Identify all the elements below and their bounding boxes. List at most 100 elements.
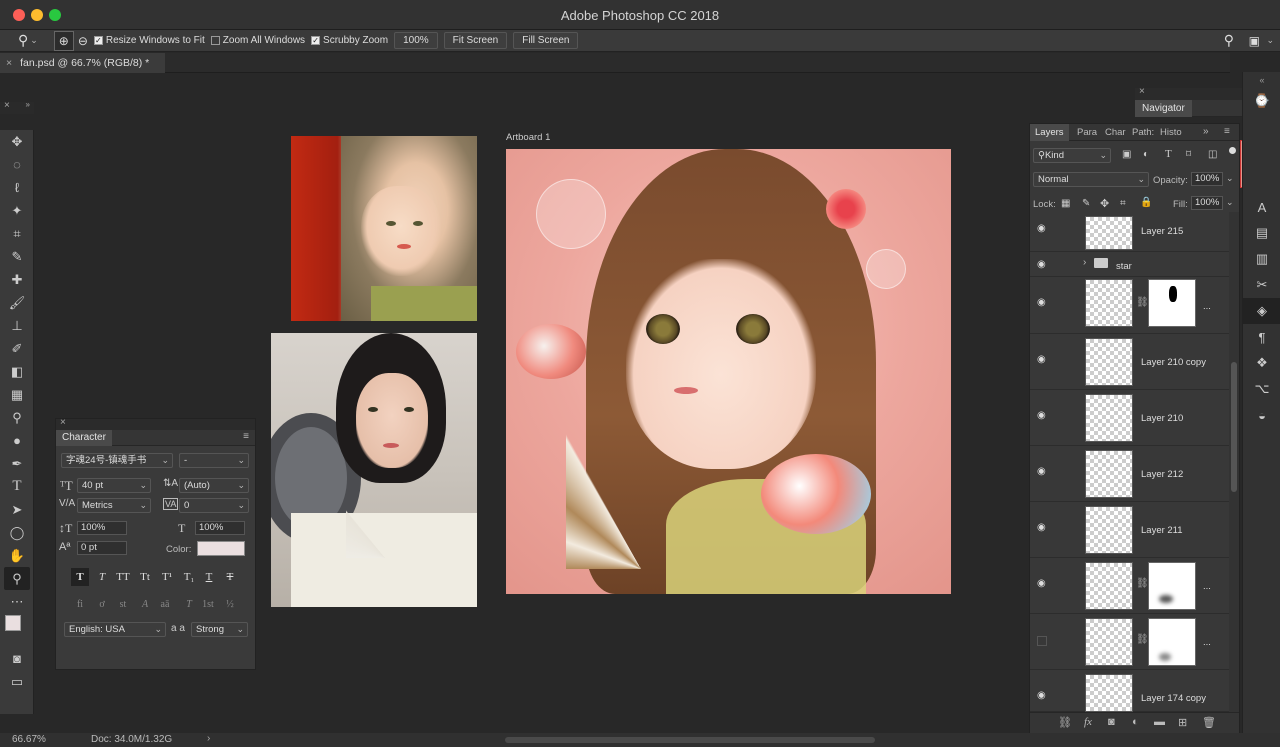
- filter-toggle[interactable]: [1229, 147, 1236, 154]
- gradient-tool-icon[interactable]: ▦: [0, 383, 34, 406]
- filter-shape-icon[interactable]: ⌑: [1186, 149, 1191, 160]
- old-style-button[interactable]: ơ: [93, 596, 111, 614]
- font-style-select[interactable]: - ⌄: [179, 453, 249, 468]
- layer-group-row[interactable]: ◉ › star: [1030, 252, 1229, 277]
- filter-smart-object-icon[interactable]: ◫: [1208, 149, 1217, 160]
- link-icon[interactable]: ⛓: [1136, 578, 1149, 589]
- folder-icon[interactable]: ▬: [1154, 716, 1165, 728]
- paragraph-tab[interactable]: Para: [1077, 127, 1097, 138]
- blend-mode-select[interactable]: Normal ⌄: [1033, 172, 1149, 187]
- close-tab-icon[interactable]: ×: [6, 57, 12, 69]
- horizontal-scrollbar[interactable]: [505, 737, 875, 743]
- layer-row[interactable]: ◉ Layer 212: [1030, 446, 1229, 502]
- lock-transparent-icon[interactable]: ▦: [1061, 198, 1070, 209]
- properties-panel-icon[interactable]: ▥: [1243, 246, 1280, 272]
- panel-menu-icon[interactable]: ≡: [243, 431, 249, 442]
- ordinals-button[interactable]: 1st: [199, 596, 217, 614]
- font-size-select[interactable]: 40 pt ⌄: [77, 478, 151, 493]
- reference-photo[interactable]: [271, 333, 477, 607]
- color-swatches[interactable]: [0, 613, 33, 647]
- swash-button[interactable]: A: [136, 596, 154, 614]
- vertical-scale-input[interactable]: 100%: [77, 521, 127, 535]
- zoom-level[interactable]: 66.67%: [12, 734, 46, 745]
- baseline-shift-input[interactable]: 0 pt: [77, 541, 127, 555]
- type-tool-icon[interactable]: T: [0, 475, 34, 498]
- layer-row[interactable]: ◉ Layer 210: [1030, 390, 1229, 446]
- history-brush-tool-icon[interactable]: ✐: [0, 337, 34, 360]
- link-icon[interactable]: ⛓: [1136, 297, 1149, 308]
- layer-mask-thumbnail[interactable]: [1148, 562, 1196, 610]
- kerning-select[interactable]: Metrics ⌄: [77, 498, 151, 513]
- close-icon[interactable]: ×: [1139, 86, 1145, 97]
- eye-icon[interactable]: ◉: [1037, 297, 1046, 308]
- doc-size[interactable]: Doc: 34.0M/1.32G: [91, 734, 172, 745]
- all-caps-button[interactable]: TT: [114, 568, 132, 586]
- channels-panel-icon[interactable]: ❖: [1243, 350, 1280, 376]
- layers-tab[interactable]: Layers: [1030, 124, 1069, 141]
- layer-mask-thumbnail[interactable]: [1148, 279, 1196, 327]
- eye-icon[interactable]: ◉: [1037, 522, 1046, 533]
- dodge-tool-icon[interactable]: ●: [0, 429, 34, 452]
- character-panel-icon[interactable]: A: [1243, 194, 1280, 220]
- trash-icon[interactable]: 🗑: [1202, 716, 1216, 729]
- paths-panel-icon[interactable]: ⌥: [1243, 376, 1280, 402]
- opacity-input[interactable]: 100%: [1191, 172, 1223, 186]
- move-tool-icon[interactable]: ✥: [0, 130, 34, 153]
- paragraph-panel-icon[interactable]: ¶: [1243, 324, 1280, 350]
- blur-tool-icon[interactable]: ⚲: [0, 406, 34, 429]
- scroll-thumb[interactable]: [1231, 362, 1237, 492]
- layer-row[interactable]: ⛓ ...: [1030, 614, 1229, 670]
- chevron-right-icon[interactable]: ›: [207, 733, 210, 744]
- font-family-select[interactable]: 字魂24号-镇魂手书 ⌄: [61, 453, 173, 468]
- eye-icon[interactable]: ◉: [1037, 259, 1046, 270]
- path-selection-tool-icon[interactable]: ➤: [0, 498, 34, 521]
- horizontal-scale-input[interactable]: 100%: [195, 521, 245, 535]
- filter-kind-select[interactable]: ⚲Kind ⌄: [1033, 148, 1111, 163]
- lock-pixels-icon[interactable]: ✎: [1082, 198, 1090, 209]
- workspace-icon[interactable]: ▣: [1249, 34, 1260, 48]
- healing-tool-icon[interactable]: ✚: [0, 268, 34, 291]
- filter-adjustment-icon[interactable]: ◐: [1143, 149, 1149, 160]
- link-icon[interactable]: ⛓: [1136, 634, 1149, 645]
- antialias-select[interactable]: Strong ⌄: [191, 622, 248, 637]
- faux-italic-button[interactable]: T: [93, 568, 111, 586]
- navigator-tab[interactable]: Navigator: [1135, 100, 1192, 117]
- eraser-tool-icon[interactable]: ◧: [0, 360, 34, 383]
- scrubby-zoom-checkbox[interactable]: ✓ Scrubby Zoom: [311, 35, 388, 46]
- ligatures-button[interactable]: fi: [71, 596, 89, 614]
- zoom-out-icon[interactable]: ⊖: [78, 34, 88, 48]
- artboard-panel-icon[interactable]: ▤: [1243, 220, 1280, 246]
- small-caps-button[interactable]: Tt: [136, 568, 154, 586]
- fx-icon[interactable]: fx: [1084, 716, 1092, 728]
- collapse-icon[interactable]: «: [1243, 72, 1280, 88]
- resize-windows-checkbox[interactable]: ✓ Resize Windows to Fit: [93, 35, 205, 46]
- more-tools-icon[interactable]: ⋯: [0, 590, 34, 613]
- layers-scrollbar[interactable]: [1229, 212, 1239, 712]
- lock-all-icon[interactable]: 🔒: [1140, 197, 1152, 208]
- language-select[interactable]: English: USA ⌄: [64, 622, 166, 637]
- adjustment-icon[interactable]: ◐: [1132, 716, 1139, 728]
- document-tab[interactable]: × fan.psd @ 66.7% (RGB/8) *: [0, 53, 165, 73]
- eye-icon[interactable]: ◉: [1037, 410, 1046, 421]
- eye-icon[interactable]: ◉: [1037, 690, 1046, 701]
- adjustments-panel-icon[interactable]: ◒: [1243, 402, 1280, 428]
- leading-select[interactable]: (Auto) ⌄: [179, 478, 249, 493]
- faux-bold-button[interactable]: T: [71, 568, 89, 586]
- magic-wand-tool-icon[interactable]: ✦: [0, 199, 34, 222]
- quick-mask-icon[interactable]: ◙: [0, 647, 34, 670]
- screen-mode-icon[interactable]: ▭: [0, 670, 34, 693]
- chevron-down-icon[interactable]: ⌄: [1226, 173, 1234, 184]
- chevron-right-icon[interactable]: ›: [1083, 257, 1086, 268]
- hand-tool-icon[interactable]: ✋: [0, 544, 34, 567]
- layer-row[interactable]: ◉ ⛓ ...: [1030, 277, 1229, 334]
- fractions-button[interactable]: ½: [221, 596, 239, 614]
- lock-position-icon[interactable]: ✥: [1100, 197, 1109, 210]
- pen-tool-icon[interactable]: ✒: [0, 452, 34, 475]
- lock-artboard-icon[interactable]: ⌗: [1120, 198, 1126, 209]
- eye-icon[interactable]: ◉: [1037, 354, 1046, 365]
- layer-row[interactable]: ◉ ⛓ ...: [1030, 558, 1229, 614]
- zoom-in-icon[interactable]: ⊕: [53, 30, 74, 51]
- filter-type-icon[interactable]: T: [1165, 148, 1172, 160]
- panel-menu-icon[interactable]: ≡: [1224, 126, 1230, 137]
- search-icon[interactable]: ⚲: [1224, 32, 1234, 49]
